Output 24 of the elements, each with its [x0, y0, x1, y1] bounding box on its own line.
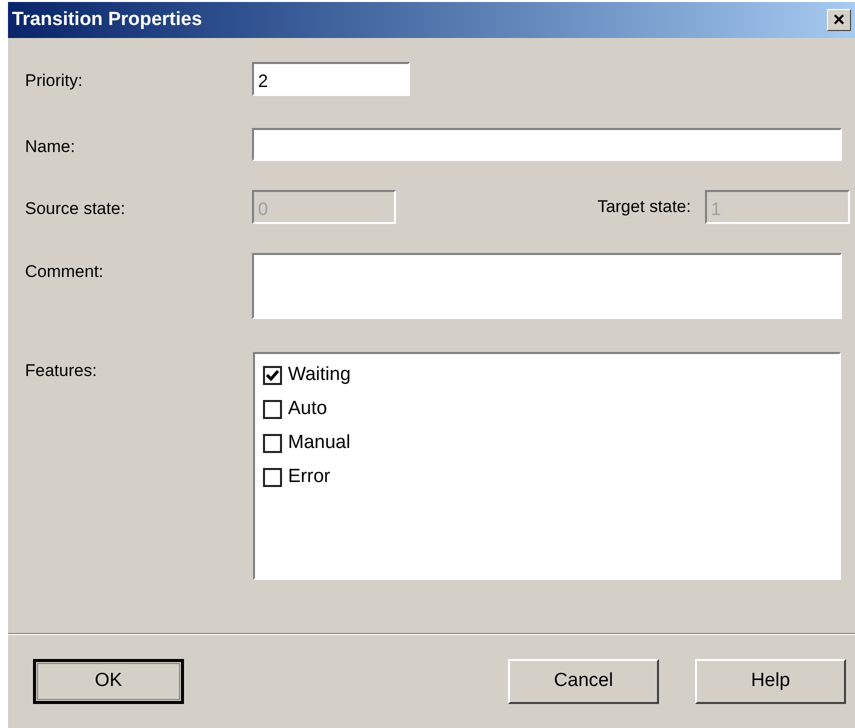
checkbox-label[interactable]: Auto: [288, 394, 328, 424]
field-label: Source state:: [25, 198, 126, 220]
dialog-button[interactable]: Help: [695, 659, 846, 704]
close-button[interactable]: ×: [827, 9, 851, 31]
checkbox-label[interactable]: Manual: [288, 428, 350, 458]
field-label: Name:: [25, 136, 76, 158]
checkbox[interactable]: [263, 468, 282, 486]
field-label: Features:: [25, 360, 98, 382]
text-field[interactable]: [252, 128, 842, 161]
text-field[interactable]: 2: [252, 62, 410, 96]
field-value: 2: [258, 70, 268, 93]
dialog-button[interactable]: OK: [33, 659, 184, 704]
checkbox[interactable]: [263, 366, 282, 384]
field-label: Target state:: [597, 196, 691, 218]
checkbox-label[interactable]: Waiting: [288, 360, 351, 390]
window-title: Transition Properties: [12, 8, 202, 32]
checkbox-label[interactable]: Error: [288, 462, 330, 492]
checkbox[interactable]: [263, 400, 282, 418]
checkbox[interactable]: [263, 434, 282, 452]
dialog-button[interactable]: Cancel: [508, 659, 659, 704]
field-label: Priority:: [25, 70, 84, 92]
field-label: Comment:: [25, 261, 104, 283]
text-field[interactable]: [252, 253, 842, 319]
check-icon: [266, 370, 279, 380]
